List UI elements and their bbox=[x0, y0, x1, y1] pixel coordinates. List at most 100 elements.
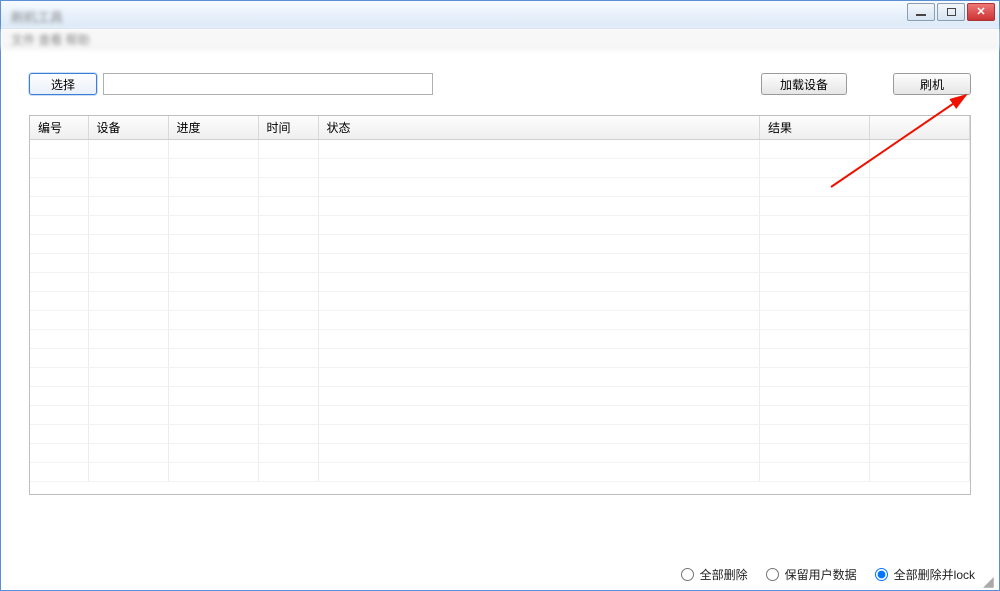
col-header-time[interactable]: 时间 bbox=[258, 116, 318, 140]
table-cell bbox=[258, 463, 318, 482]
table-cell bbox=[258, 349, 318, 368]
table-row[interactable] bbox=[30, 444, 970, 463]
table-cell bbox=[318, 140, 760, 159]
table-row[interactable] bbox=[30, 311, 970, 330]
footer: 全部删除 保留用户数据 全部删除并lock bbox=[1, 562, 999, 586]
table-cell bbox=[318, 216, 760, 235]
table-cell bbox=[318, 387, 760, 406]
resize-grip[interactable]: ◢ bbox=[983, 574, 997, 588]
table-cell bbox=[870, 406, 970, 425]
table-row[interactable] bbox=[30, 387, 970, 406]
table-cell bbox=[258, 387, 318, 406]
table-cell bbox=[760, 159, 870, 178]
table-cell bbox=[760, 216, 870, 235]
close-button[interactable]: ✕ bbox=[967, 3, 995, 21]
minimize-button[interactable] bbox=[907, 3, 935, 21]
table-cell bbox=[870, 387, 970, 406]
select-button[interactable]: 选择 bbox=[29, 73, 97, 95]
table-cell bbox=[870, 140, 970, 159]
table-row[interactable] bbox=[30, 463, 970, 482]
table-cell bbox=[168, 330, 258, 349]
table-row[interactable] bbox=[30, 349, 970, 368]
radio-delete-lock-input[interactable] bbox=[875, 568, 888, 581]
table-cell bbox=[760, 368, 870, 387]
table-cell bbox=[88, 387, 168, 406]
maximize-button[interactable] bbox=[937, 3, 965, 21]
table-row[interactable] bbox=[30, 254, 970, 273]
table-cell bbox=[88, 425, 168, 444]
table-cell bbox=[318, 425, 760, 444]
table-cell bbox=[88, 235, 168, 254]
table-row[interactable] bbox=[30, 140, 970, 159]
table-cell bbox=[760, 387, 870, 406]
table-cell bbox=[88, 349, 168, 368]
radio-delete-all-label: 全部删除 bbox=[700, 566, 748, 583]
table-cell bbox=[30, 235, 88, 254]
load-devices-button[interactable]: 加载设备 bbox=[761, 73, 847, 95]
table-cell bbox=[870, 273, 970, 292]
table-row[interactable] bbox=[30, 235, 970, 254]
table-cell bbox=[870, 254, 970, 273]
table-cell bbox=[760, 197, 870, 216]
table-row[interactable] bbox=[30, 159, 970, 178]
table-cell bbox=[318, 292, 760, 311]
col-header-status[interactable]: 状态 bbox=[318, 116, 760, 140]
table-cell bbox=[88, 444, 168, 463]
col-header-device[interactable]: 设备 bbox=[88, 116, 168, 140]
menubar[interactable]: 文件 查看 帮助 bbox=[1, 29, 999, 49]
table-cell bbox=[760, 140, 870, 159]
table-cell bbox=[168, 444, 258, 463]
table-cell bbox=[870, 197, 970, 216]
minimize-icon bbox=[916, 14, 926, 16]
table-row[interactable] bbox=[30, 368, 970, 387]
table-cell bbox=[168, 178, 258, 197]
table-cell bbox=[760, 349, 870, 368]
table-cell bbox=[168, 216, 258, 235]
table-cell bbox=[318, 311, 760, 330]
table-cell bbox=[870, 311, 970, 330]
table-row[interactable] bbox=[30, 406, 970, 425]
table-cell bbox=[30, 216, 88, 235]
table-cell bbox=[760, 178, 870, 197]
radio-delete-all[interactable]: 全部删除 bbox=[681, 566, 748, 583]
table-cell bbox=[30, 178, 88, 197]
table-cell bbox=[258, 330, 318, 349]
radio-keep-userdata[interactable]: 保留用户数据 bbox=[766, 566, 857, 583]
table-cell bbox=[88, 311, 168, 330]
table-row[interactable] bbox=[30, 330, 970, 349]
table-row[interactable] bbox=[30, 425, 970, 444]
device-table-container: 编号 设备 进度 时间 状态 结果 bbox=[29, 115, 971, 495]
table-cell bbox=[870, 292, 970, 311]
table-cell bbox=[318, 444, 760, 463]
table-cell bbox=[88, 216, 168, 235]
table-cell bbox=[88, 463, 168, 482]
radio-delete-lock[interactable]: 全部删除并lock bbox=[875, 566, 975, 583]
window-controls: ✕ bbox=[907, 3, 995, 21]
col-header-progress[interactable]: 进度 bbox=[168, 116, 258, 140]
table-row[interactable] bbox=[30, 197, 970, 216]
col-header-result[interactable]: 结果 bbox=[760, 116, 870, 140]
radio-delete-all-input[interactable] bbox=[681, 568, 694, 581]
toolbar: 选择 加载设备 刷机 bbox=[1, 49, 999, 105]
flash-button[interactable]: 刷机 bbox=[893, 73, 971, 95]
table-cell bbox=[258, 216, 318, 235]
col-header-no[interactable]: 编号 bbox=[30, 116, 88, 140]
table-cell bbox=[258, 406, 318, 425]
table-cell bbox=[168, 387, 258, 406]
table-cell bbox=[30, 140, 88, 159]
table-row[interactable] bbox=[30, 216, 970, 235]
table-row[interactable] bbox=[30, 292, 970, 311]
radio-keep-userdata-input[interactable] bbox=[766, 568, 779, 581]
table-cell bbox=[88, 292, 168, 311]
table-cell bbox=[258, 254, 318, 273]
path-input[interactable] bbox=[103, 73, 433, 95]
table-cell bbox=[168, 140, 258, 159]
table-cell bbox=[318, 159, 760, 178]
table-cell bbox=[168, 235, 258, 254]
app-window: 刷机工具 ✕ 文件 查看 帮助 选择 加载设备 刷机 编号 设备 进度 时间 状… bbox=[0, 0, 1000, 591]
table-cell bbox=[318, 197, 760, 216]
table-cell bbox=[88, 273, 168, 292]
table-row[interactable] bbox=[30, 178, 970, 197]
table-row[interactable] bbox=[30, 273, 970, 292]
col-header-extra[interactable] bbox=[870, 116, 970, 140]
